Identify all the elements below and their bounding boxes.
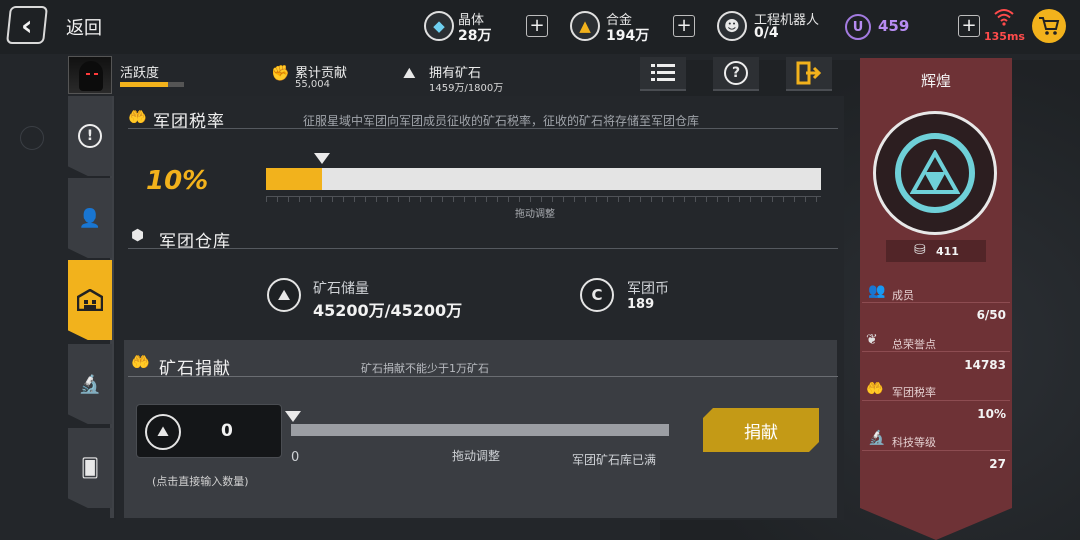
donate-input-hint: (点击直接输入数量) (152, 475, 249, 488)
tax-hand-icon: 🤲 (128, 108, 147, 126)
u-currency-icon: U (845, 14, 871, 40)
members-icon: 👥 (868, 283, 886, 299)
tax-ticks (266, 196, 821, 202)
legion-level: 411 (936, 245, 959, 258)
ore-storage-label: 矿石储量 (313, 281, 369, 297)
honor-label: 总荣誉点 (892, 338, 936, 351)
cube-icon: ⬢ (131, 226, 145, 244)
donate-amount-value: 0 (221, 421, 233, 441)
members-divider (862, 302, 1010, 303)
alloy-icon: ▲ (570, 11, 600, 41)
microscope-icon: 🔬 (78, 373, 102, 395)
honor-icon: ❦ (866, 332, 878, 348)
ping-indicator: 135ms (984, 30, 1025, 43)
robot-icon: ☻ (717, 11, 747, 41)
tax-drag-hint: 拖动调整 (515, 209, 555, 220)
members-value: 6/50 (976, 308, 1006, 322)
activity-bar (120, 82, 184, 87)
avatar[interactable] (68, 56, 112, 94)
ore-icon: ⛰ (145, 414, 181, 450)
add-u-currency-button[interactable]: + (958, 15, 980, 37)
donate-status: 军团矿石库已满 (572, 453, 657, 467)
ore-storage-icon: ⛰ (267, 278, 301, 312)
legion-name: 辉煌 (920, 72, 951, 90)
warehouse-divider (128, 248, 838, 249)
tab-donation-log[interactable]: 🂠 (68, 428, 112, 508)
donate-hand-icon: 🤲 (131, 353, 150, 371)
fist-icon: ✊ (271, 64, 290, 82)
wifi-icon (994, 9, 1014, 26)
honor-value: 14783 (964, 358, 1006, 372)
tax-divider-banner (862, 400, 1010, 401)
robot-value: 0/4 (754, 25, 779, 41)
back-label[interactable]: 返回 (66, 14, 102, 40)
ore-storage-value: 45200万/45200万 (313, 301, 463, 320)
tax-icon: 🤲 (866, 381, 884, 397)
donate-drag-hint: 拖动调整 (452, 449, 501, 463)
legion-coin-label: 军团币 (627, 281, 669, 297)
tax-slider-handle[interactable] (313, 153, 330, 164)
hand-cards-icon: 🂠 (80, 457, 100, 479)
tab-warehouse[interactable] (68, 260, 112, 340)
ore-value: 1459万/1800万 (429, 83, 504, 94)
list-icon (651, 64, 675, 81)
tech-divider (862, 450, 1010, 451)
legion-coin-value: 189 (627, 297, 655, 312)
exit-legion-button[interactable] (786, 57, 832, 91)
add-alloy-button[interactable]: + (673, 15, 695, 37)
cart-icon (1039, 17, 1060, 35)
tax-slider[interactable] (266, 168, 821, 190)
tab-tech[interactable]: 🔬 (68, 344, 112, 424)
chevron-left-icon: ‹ (21, 8, 33, 42)
donate-divider (128, 376, 838, 377)
tab-members[interactable]: 👤 (68, 178, 112, 258)
u-currency-value: 459 (878, 17, 910, 35)
tax-percent: 10% (146, 166, 209, 196)
exit-door-icon (796, 61, 822, 85)
user-icon: 👤 (78, 207, 102, 229)
tax-description: 征服星域中军团向军团成员征收的矿石税率，征收的矿石将存储至军团仓库 (303, 114, 700, 128)
donate-description: 矿石捐献不能少于1万矿石 (361, 362, 489, 375)
donate-amount-input[interactable]: ⛰ 0 (136, 404, 282, 458)
donate-button[interactable]: 捐献 (703, 408, 819, 452)
level-coin-icon: ⛁ (914, 242, 926, 258)
ore-icon: ⛰ (403, 64, 416, 82)
contribution-value: 55,004 (295, 79, 330, 90)
tech-value: 27 (989, 457, 1006, 471)
members-label: 成员 (892, 289, 914, 302)
add-crystal-button[interactable]: + (526, 15, 548, 37)
donate-slider-min: 0 (291, 450, 300, 465)
donate-slider-handle[interactable] (285, 411, 301, 422)
alloy-value: 194万 (606, 28, 650, 44)
help-button[interactable]: ? (713, 57, 759, 91)
shop-button[interactable] (1032, 9, 1066, 43)
banner-tax-value: 10% (977, 407, 1006, 421)
member-list-button[interactable] (640, 57, 686, 91)
legion-coin-icon: C (580, 278, 614, 312)
back-button[interactable]: ‹ (6, 6, 48, 44)
activity-label: 活跃度 (120, 66, 160, 81)
legion-emblem[interactable] (895, 133, 975, 213)
tech-label: 科技等级 (892, 436, 936, 449)
crystal-value: 28万 (458, 28, 492, 44)
crystal-icon: ◆ (424, 11, 454, 41)
tab-notice[interactable]: ! (68, 96, 112, 176)
question-icon: ? (724, 61, 748, 85)
emblem-triangle-icon (910, 150, 960, 194)
banner-tax-label: 军团税率 (892, 386, 936, 399)
donate-slider[interactable] (291, 424, 669, 436)
honor-divider (862, 351, 1010, 352)
warehouse-icon (77, 289, 103, 311)
alert-icon: ! (78, 124, 102, 148)
decorative-ring (20, 126, 44, 150)
tech-icon: 🔬 (868, 430, 886, 446)
